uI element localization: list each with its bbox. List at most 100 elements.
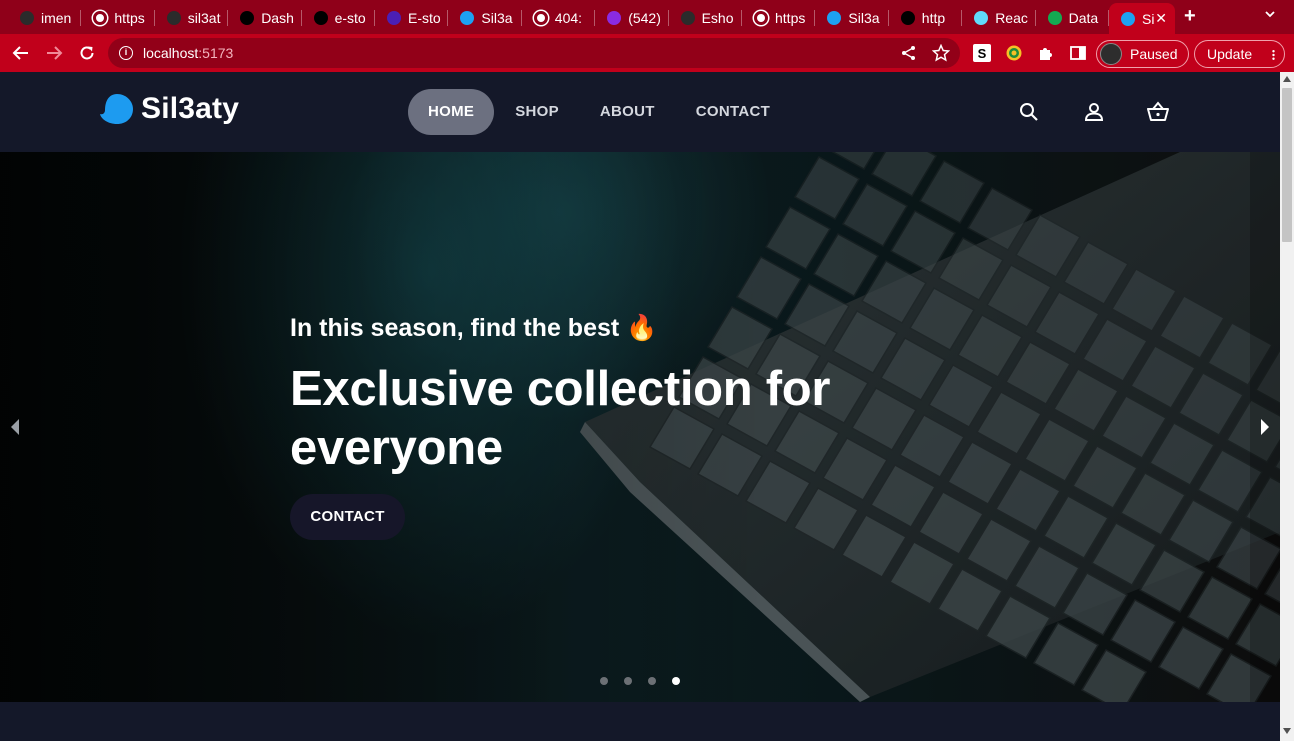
browser-tab-title: sil3at (187, 9, 221, 26)
github-icon (20, 10, 34, 25)
carousel-next-button[interactable] (1250, 152, 1280, 702)
reload-button[interactable] (75, 41, 99, 65)
browser-tab[interactable]: Sil3a (815, 4, 889, 31)
browser-tab-title: Esho (701, 9, 734, 26)
browser-tab[interactable]: (542) (595, 4, 669, 31)
update-button[interactable]: Update (1194, 40, 1285, 68)
carousel-dot[interactable] (672, 677, 680, 685)
scroll-up-icon[interactable] (1283, 76, 1291, 82)
browser-tab[interactable]: Data (1036, 4, 1109, 31)
tab-search-icon[interactable] (1264, 8, 1276, 20)
update-label: Update (1207, 46, 1253, 62)
extension-s-icon[interactable]: S (973, 44, 991, 62)
mail-icon (607, 10, 622, 25)
browser-tab[interactable]: Si ✕ (1109, 3, 1175, 34)
address-url[interactable]: localhost:5173 (143, 45, 233, 61)
url-host: localhost (143, 45, 199, 61)
react-icon (974, 10, 989, 25)
scroll-down-icon[interactable] (1283, 728, 1291, 734)
browser-tab[interactable]: Esho (669, 4, 742, 31)
browser-tab[interactable]: sil3at (155, 4, 229, 31)
browser-tab[interactable]: Reac (962, 4, 1036, 31)
share-icon[interactable] (900, 44, 918, 62)
brand-name: Sil3aty (141, 92, 240, 125)
address-bar[interactable]: i localhost:5173 (108, 38, 960, 68)
carousel-indicators (600, 677, 680, 685)
browser-tab[interactable]: https (81, 4, 155, 31)
browser-tab-title: http (921, 9, 946, 26)
browser-tab[interactable]: http (889, 4, 963, 31)
globe-icon (754, 10, 768, 25)
carousel-dot[interactable] (648, 677, 656, 685)
profile-status-label: Paused (1130, 46, 1178, 62)
search-icon[interactable] (1018, 101, 1040, 123)
browser-tab-strip: imen https sil3at Dash e-sto E-sto Sil3a 404: (5… (0, 0, 1294, 34)
browser-tab[interactable]: 404: (522, 4, 596, 31)
hero-contact-button[interactable]: CONTACT (290, 494, 405, 540)
browser-tab-title: https (114, 9, 145, 26)
url-port: :5173 (198, 45, 234, 61)
sil3aty-icon (460, 10, 475, 25)
nav-link-contact[interactable]: CONTACT (676, 89, 790, 135)
new-tab-button[interactable]: + (1184, 5, 1196, 28)
globe-icon (93, 10, 108, 25)
hero-eyebrow: In this season, find the best 🔥 (290, 314, 658, 342)
caret-left-icon (11, 419, 19, 435)
page-scrollbar[interactable] (1280, 72, 1294, 741)
browser-tab-title: Sil3a (848, 9, 880, 26)
browser-tab-title: imen (41, 9, 72, 26)
browser-tab[interactable]: E-sto (375, 4, 449, 31)
brand-logo[interactable]: Sil3aty (99, 92, 239, 126)
bookmark-star-icon[interactable] (932, 44, 950, 62)
browser-tab-title: Reac (995, 9, 1028, 26)
browser-tab-title: (542) (628, 9, 661, 26)
cart-icon[interactable] (1147, 101, 1169, 123)
carousel-dot[interactable] (624, 677, 632, 685)
site-navbar: Sil3aty HOME SHOP ABOUT CONTACT (0, 72, 1280, 152)
cart-icon (387, 10, 401, 25)
close-tab-icon[interactable]: ✕ (1155, 10, 1167, 27)
browser-toolbar: i localhost:5173 S Paused Update (0, 34, 1294, 72)
scrollbar-thumb[interactable] (1282, 88, 1292, 242)
browser-tab-title: https (775, 9, 806, 26)
hero-carousel: In this season, find the best 🔥 Exclusiv… (0, 152, 1280, 702)
browser-tab-title: 404: (554, 9, 583, 26)
browser-tab[interactable]: https (742, 4, 816, 31)
side-panel-icon[interactable] (1069, 44, 1087, 62)
github-icon (166, 10, 181, 25)
back-button[interactable] (9, 41, 33, 65)
hero-headline: Exclusive collection for everyone (290, 362, 831, 475)
browser-tab[interactable]: Dash (228, 4, 302, 31)
sil3aty-logo-icon (100, 94, 133, 124)
forward-button[interactable] (42, 41, 66, 65)
browser-tab[interactable]: imen (8, 4, 82, 31)
extension-circle-icon[interactable] (1005, 44, 1023, 62)
browser-tab[interactable]: Sil3a (448, 4, 522, 31)
main-menu: HOME SHOP ABOUT CONTACT (408, 89, 790, 135)
arrow-left-icon (12, 46, 28, 60)
site-info-icon[interactable]: i (119, 46, 133, 60)
avatar (1100, 43, 1122, 65)
user-icon[interactable] (1083, 101, 1105, 123)
sil3aty-icon (827, 10, 842, 25)
nav-link-about[interactable]: ABOUT (580, 89, 675, 135)
browser-tab[interactable]: e-sto (302, 4, 375, 31)
nav-link-home[interactable]: HOME (408, 89, 495, 135)
caret-right-icon (1261, 419, 1269, 435)
vercel-icon (900, 10, 915, 25)
carousel-prev-button[interactable] (0, 152, 30, 702)
web-page: Sil3aty HOME SHOP ABOUT CONTACT In this … (0, 72, 1280, 741)
vercel-icon (313, 10, 328, 25)
browser-tab-title: Dash (261, 9, 294, 26)
browser-tab-title: Si (1142, 10, 1155, 27)
profile-paused-button[interactable]: Paused (1096, 40, 1189, 68)
extensions-puzzle-icon[interactable] (1037, 44, 1055, 62)
arrow-right-icon (47, 46, 63, 60)
nav-link-shop[interactable]: SHOP (495, 89, 579, 135)
github-icon (680, 10, 695, 25)
reload-icon (80, 46, 94, 60)
browser-tab-title: Data (1068, 9, 1099, 26)
carousel-dot[interactable] (600, 677, 608, 685)
mongodb-icon (1047, 10, 1062, 25)
browser-tab-title: E-sto (408, 9, 441, 26)
